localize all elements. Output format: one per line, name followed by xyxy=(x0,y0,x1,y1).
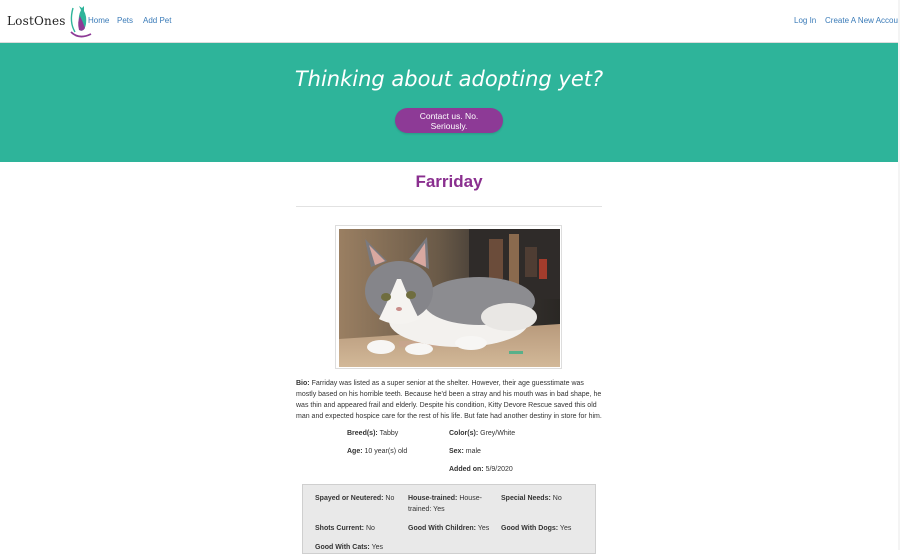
dogs-field: Good With Dogs: Yes xyxy=(501,523,571,534)
sex-field: Sex: male xyxy=(449,448,481,455)
nav-create-account[interactable]: Create A New Account xyxy=(825,16,900,25)
color-label: Color(s): xyxy=(449,430,479,437)
dogs-label: Good With Dogs: xyxy=(501,525,559,532)
color-value: Grey/White xyxy=(480,430,516,437)
pet-photo-frame xyxy=(335,225,562,369)
nav-pets[interactable]: Pets xyxy=(117,16,133,25)
bio-label: Bio: xyxy=(296,380,310,387)
shots-value: No xyxy=(365,525,375,532)
pet-bio: Bio: Farriday was listed as a super seni… xyxy=(296,378,602,422)
children-field: Good With Children: Yes xyxy=(408,523,489,534)
brand-name: LostOnes xyxy=(7,14,66,28)
color-field: Color(s): Grey/White xyxy=(449,430,515,437)
sex-label: Sex: xyxy=(449,448,464,455)
contact-us-button[interactable]: Contact us. No. Seriously. xyxy=(395,108,503,133)
age-label: Age: xyxy=(347,448,363,455)
shots-label: Shots Current: xyxy=(315,525,364,532)
divider xyxy=(296,206,602,207)
spayed-field: Spayed or Neutered: No xyxy=(315,493,394,504)
spayed-label: Spayed or Neutered: xyxy=(315,495,384,502)
special-needs-field: Special Needs: No xyxy=(501,493,562,504)
age-field: Age: 10 year(s) old xyxy=(347,448,407,455)
housetrained-label: House-trained: xyxy=(408,495,458,502)
nav-add-pet[interactable]: Add Pet xyxy=(143,16,171,25)
breed-label: Breed(s): xyxy=(347,430,378,437)
breed-value: Tabby xyxy=(379,430,399,437)
dogs-value: Yes xyxy=(559,525,572,532)
nav-home[interactable]: Home xyxy=(88,16,109,25)
cats-field: Good With Cats: Yes xyxy=(315,542,383,553)
age-value: 10 year(s) old xyxy=(364,448,408,455)
special-needs-label: Special Needs: xyxy=(501,495,551,502)
breed-field: Breed(s): Tabby xyxy=(347,430,398,437)
shots-field: Shots Current: No xyxy=(315,523,375,534)
pet-details-box: Spayed or Neutered: No House-trained: Ho… xyxy=(302,484,596,554)
spayed-value: No xyxy=(385,495,395,502)
added-value: 5/9/2020 xyxy=(485,466,513,473)
hero-title: Thinking about adopting yet? xyxy=(294,67,604,91)
nav-log-in[interactable]: Log In xyxy=(794,16,816,25)
added-field: Added on: 5/9/2020 xyxy=(449,466,513,473)
children-label: Good With Children: xyxy=(408,525,476,532)
housetrained-field: House-trained: House-trained: Yes xyxy=(408,493,490,515)
navbar: LostOnes Home Pets Add Pet Log In Create… xyxy=(0,0,900,43)
children-value: Yes xyxy=(477,525,490,532)
pet-photo xyxy=(339,229,560,367)
brand[interactable]: LostOnes xyxy=(7,4,97,38)
special-needs-value: No xyxy=(552,495,562,502)
bio-text: Farriday was listed as a super senior at… xyxy=(296,380,602,420)
hero-banner: Thinking about adopting yet? Contact us.… xyxy=(0,43,898,162)
sex-value: male xyxy=(465,448,481,455)
added-label: Added on: xyxy=(449,466,484,473)
pet-name: Farriday xyxy=(415,172,483,191)
